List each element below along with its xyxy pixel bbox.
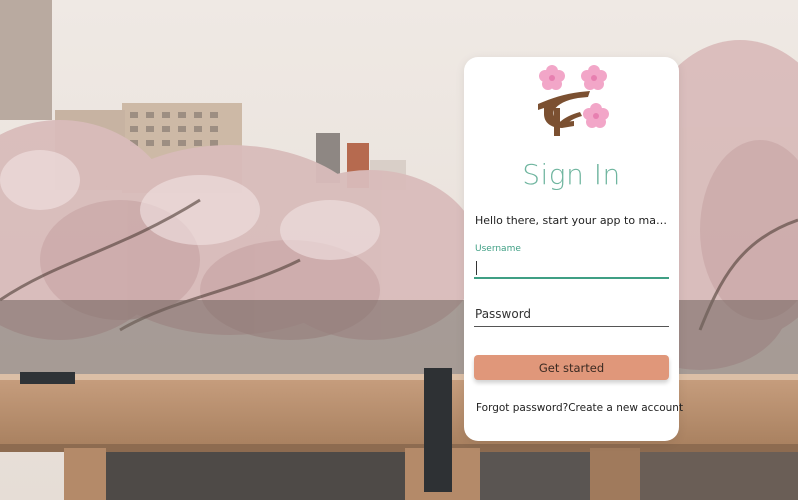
password-input[interactable]: [474, 302, 669, 327]
text-cursor: [476, 261, 477, 275]
subtitle-text: Hello there, start your app to manage ..…: [475, 214, 671, 227]
get-started-button[interactable]: Get started: [474, 355, 669, 380]
username-label: Username: [475, 244, 521, 254]
cherry-blossom-branch-icon: [534, 64, 612, 140]
forgot-password-link[interactable]: Forgot password?: [476, 402, 568, 414]
account-links: Forgot password?Create a new account: [476, 402, 683, 414]
sign-in-card: Sign In Hello there, start your app to m…: [464, 57, 683, 441]
create-account-link[interactable]: Create a new account: [568, 402, 683, 414]
page-title: Sign In: [522, 158, 621, 191]
username-input[interactable]: [474, 255, 669, 279]
